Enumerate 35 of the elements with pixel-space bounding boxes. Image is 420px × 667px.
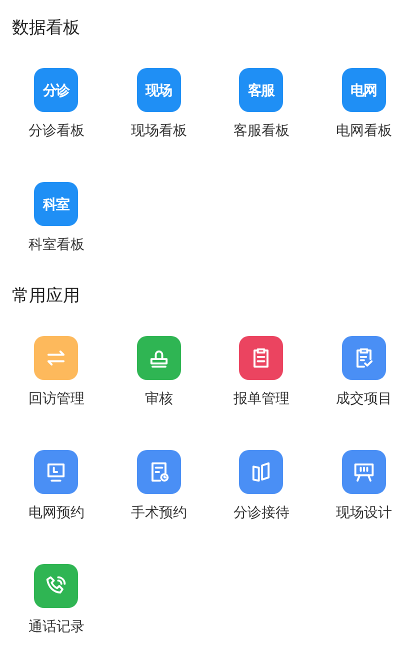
app-tile[interactable] <box>34 450 78 494</box>
app-tile[interactable] <box>136 450 181 494</box>
tile-label: 成交项目 <box>336 389 392 408</box>
tile-label: 现场设计 <box>336 503 392 522</box>
tile-label: 手术预约 <box>130 503 187 522</box>
tile-label: 分诊接待 <box>233 503 290 522</box>
dashboard-tile[interactable]: 科室 <box>34 182 78 226</box>
app-tile[interactable] <box>136 336 181 380</box>
tile-label: 回访管理 <box>28 389 84 408</box>
section-title: 数据看板 <box>12 17 80 40</box>
tile-label: 通话记录 <box>28 617 84 636</box>
app-tile[interactable] <box>342 336 386 380</box>
app-tile[interactable] <box>239 336 284 380</box>
tile-badge-text: 电网 <box>350 80 378 100</box>
dashboard-tile[interactable]: 分诊 <box>34 68 78 112</box>
app-tile[interactable] <box>239 450 284 494</box>
dashboard-tile[interactable]: 电网 <box>342 68 386 112</box>
tile-label: 客服看板 <box>233 121 290 140</box>
tile-label: 现场看板 <box>130 121 187 140</box>
tile-badge-text: 科室 <box>42 194 70 214</box>
tile-badge-text: 现场 <box>145 80 172 100</box>
tile-label: 分诊看板 <box>28 121 84 140</box>
tile-label: 报单管理 <box>233 389 290 408</box>
tile-badge-text: 客服 <box>248 80 275 100</box>
tile-label: 电网预约 <box>28 503 84 522</box>
tile-badge-text: 分诊 <box>42 80 70 100</box>
tile-label: 科室看板 <box>28 235 84 254</box>
section-title: 常用应用 <box>12 285 80 308</box>
dashboard-tile[interactable]: 现场 <box>136 68 181 112</box>
app-tile[interactable] <box>342 450 386 494</box>
app-tile[interactable] <box>34 564 78 608</box>
app-tile[interactable] <box>34 336 78 380</box>
dashboard-tile[interactable]: 客服 <box>239 68 284 112</box>
tile-label: 审核 <box>144 389 173 408</box>
tile-label: 电网看板 <box>336 121 392 140</box>
